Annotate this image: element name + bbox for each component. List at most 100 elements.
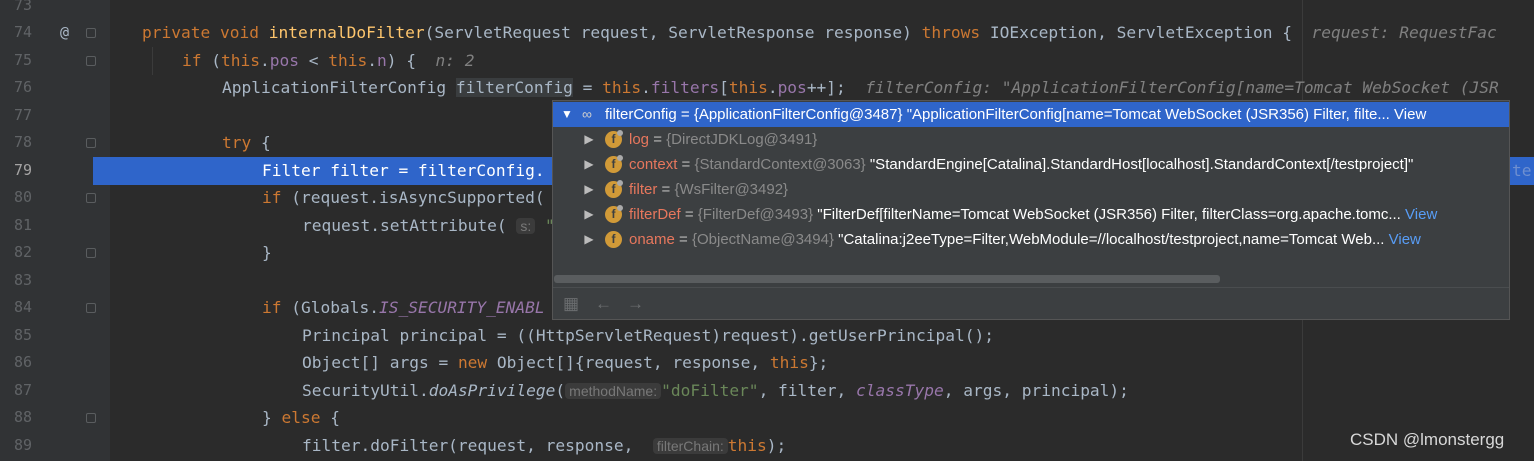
- node-name: filter: [629, 181, 658, 198]
- override-marker-icon[interactable]: @: [60, 19, 69, 47]
- line-number: 87: [13, 381, 32, 399]
- line-number: 88: [13, 408, 32, 426]
- node-name: log: [629, 131, 650, 148]
- code-text[interactable]: SecurityUtil.doAsPrivilege(methodName: "d…: [302, 377, 1129, 406]
- line-number: 79: [13, 161, 32, 179]
- fold-icon[interactable]: [86, 413, 96, 423]
- code-text[interactable]: Object[] args = new Object[]{request, re…: [302, 349, 828, 377]
- tree-node-field[interactable]: ▶ f filterDef = {FilterDef@3493} "Filter…: [553, 202, 1509, 227]
- line-number: 82: [13, 243, 32, 261]
- inline-debug-value: ter: [1512, 161, 1534, 180]
- popup-toolbar: ▦ ← →: [553, 287, 1509, 319]
- fold-icon[interactable]: [86, 303, 96, 313]
- line-number: 78: [13, 133, 32, 151]
- tree-node-root[interactable]: ▼ ∞ filterConfig = {ApplicationFilterCon…: [553, 102, 1509, 127]
- line-number: 80: [13, 188, 32, 206]
- hovered-variable: filterConfig: [455, 78, 573, 97]
- watermark: CSDN @lmonstergg: [1350, 430, 1505, 449]
- tree-node-field[interactable]: ▶ f filter = {WsFilter@3492}: [553, 177, 1509, 202]
- fold-icon[interactable]: [86, 248, 96, 258]
- line-number: 75: [13, 51, 32, 69]
- line-number: 74: [13, 23, 32, 41]
- node-value: "ApplicationFilterConfig[name=Tomcat Web…: [906, 106, 1390, 123]
- fold-icon[interactable]: [86, 28, 96, 38]
- node-name: filterDef: [629, 206, 681, 223]
- node-value: "FilterDef[filterName=Tomcat WebSocket (…: [817, 206, 1401, 223]
- code-text[interactable]: if (request.isAsyncSupported(: [262, 184, 545, 212]
- evaluate-icon[interactable]: ▦: [563, 294, 579, 314]
- fold-icon[interactable]: [86, 193, 96, 203]
- node-value: "Catalina:j2eeType=Filter,WebModule=//lo…: [838, 231, 1385, 248]
- tree-node-field[interactable]: ▶ f oname = {ObjectName@3494} "Catalina:…: [553, 227, 1509, 252]
- node-type: {StandardContext@3063}: [694, 156, 866, 173]
- code-line-75: 75 if (this.pos < this.n) { n: 2: [0, 47, 1534, 75]
- code-line-86: 86 Object[] args = new Object[]{request,…: [0, 349, 1534, 377]
- node-name: filterConfig: [605, 106, 677, 123]
- chevron-down-icon[interactable]: ▼: [561, 102, 573, 127]
- inline-debug-value: n: 2: [435, 51, 475, 70]
- line-number: 89: [13, 436, 32, 454]
- code-line-89: 89 filter.doFilter(request, response, fi…: [0, 432, 1534, 460]
- code-line-85: 85 Principal principal = ((HttpServletRe…: [0, 322, 1534, 350]
- code-text[interactable]: } else {: [262, 404, 340, 432]
- parameter-hint: s:: [516, 218, 536, 234]
- node-name: context: [629, 156, 678, 173]
- tree-node-field[interactable]: ▶ f log = {DirectJDKLog@3491}: [553, 127, 1509, 152]
- fold-icon[interactable]: [86, 56, 96, 66]
- code-text[interactable]: private void internalDoFilter(ServletReq…: [142, 19, 1497, 47]
- parameter-hint: filterChain:: [652, 438, 728, 454]
- line-number: 77: [13, 106, 32, 124]
- line-number: 84: [13, 298, 32, 316]
- lock-icon: [617, 205, 623, 211]
- code-text[interactable]: Principal principal = ((HttpServletReque…: [302, 322, 994, 350]
- view-link[interactable]: View: [1394, 106, 1426, 123]
- node-type: {DirectJDKLog@3491}: [666, 131, 818, 148]
- line-number: 73: [13, 0, 32, 14]
- code-line-88: 88 } else {: [0, 404, 1534, 432]
- inline-debug-value: filterConfig: "ApplicationFilterConfig[n…: [865, 78, 1499, 97]
- tree-node-field[interactable]: ▶ f context = {StandardContext@3063} "St…: [553, 152, 1509, 177]
- code-text[interactable]: }: [262, 239, 272, 267]
- view-link[interactable]: View: [1389, 231, 1421, 248]
- variable-inspect-popup[interactable]: ▼ ∞ filterConfig = {ApplicationFilterCon…: [552, 100, 1510, 320]
- code-text[interactable]: Filter filter = filterConfig.: [262, 157, 545, 185]
- back-arrow-icon[interactable]: ←: [595, 294, 612, 314]
- code-text[interactable]: try {: [222, 129, 271, 157]
- code-line-76: 76 ApplicationFilterConfig filterConfig …: [0, 74, 1534, 102]
- code-text[interactable]: request.setAttribute( s: ": [302, 212, 555, 241]
- parameter-hint: methodName:: [565, 383, 662, 399]
- field-icon: f: [605, 231, 622, 248]
- code-text[interactable]: ApplicationFilterConfig filterConfig = t…: [222, 74, 1499, 102]
- view-link[interactable]: View: [1405, 206, 1437, 223]
- code-line-87: 87 SecurityUtil.doAsPrivilege(methodName…: [0, 377, 1534, 405]
- node-type: {FilterDef@3493}: [697, 206, 814, 223]
- lock-icon: [617, 155, 623, 161]
- node-type: {ObjectName@3494}: [691, 231, 834, 248]
- line-number: 83: [13, 271, 32, 289]
- fold-icon[interactable]: [86, 138, 96, 148]
- line-number: 85: [13, 326, 32, 344]
- code-text[interactable]: filter.doFilter(request, response, filte…: [302, 432, 786, 461]
- node-type: {WsFilter@3492}: [674, 181, 789, 198]
- chevron-right-icon[interactable]: ▶: [583, 227, 595, 252]
- node-name: oname: [629, 231, 675, 248]
- code-line-74: 74 @ private void internalDoFilter(Servl…: [0, 19, 1534, 47]
- chevron-right-icon[interactable]: ▶: [583, 177, 595, 202]
- lock-icon: [617, 130, 623, 136]
- chevron-right-icon[interactable]: ▶: [583, 202, 595, 227]
- chevron-right-icon[interactable]: ▶: [583, 127, 595, 152]
- node-type: {ApplicationFilterConfig@3487}: [693, 106, 903, 123]
- chevron-right-icon[interactable]: ▶: [583, 152, 595, 177]
- line-number: 81: [13, 216, 32, 234]
- lock-icon: [617, 180, 623, 186]
- line-number: 86: [13, 353, 32, 371]
- line-number: 76: [13, 78, 32, 96]
- node-value: "StandardEngine[Catalina].StandardHost[l…: [869, 156, 1414, 173]
- code-line-73: 73: [0, 0, 1534, 20]
- inline-debug-value: request: RequestFac: [1311, 23, 1497, 42]
- watch-glasses-icon: ∞: [582, 106, 592, 122]
- horizontal-scrollbar[interactable]: [554, 275, 1220, 283]
- code-text[interactable]: if (Globals.IS_SECURITY_ENABL: [262, 294, 545, 322]
- code-text[interactable]: if (this.pos < this.n) { n: 2: [182, 47, 474, 75]
- forward-arrow-icon[interactable]: →: [627, 294, 644, 314]
